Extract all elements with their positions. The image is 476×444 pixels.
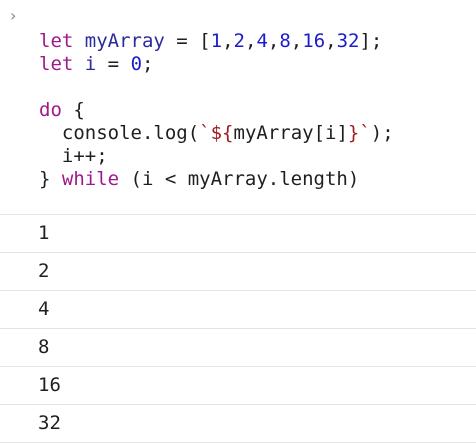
console-output-row: 8 bbox=[0, 329, 476, 367]
console-output-value: 1 bbox=[38, 222, 50, 244]
number-literal: 32 bbox=[336, 30, 360, 52]
console-output-value: 32 bbox=[38, 412, 61, 434]
console-output-value: 16 bbox=[38, 374, 61, 396]
operator: = [ bbox=[164, 30, 211, 52]
call-expression: console.log( bbox=[61, 122, 200, 144]
condition: (i < myArray.length) bbox=[119, 168, 360, 190]
keyword: do bbox=[39, 99, 62, 121]
keyword: let bbox=[39, 30, 74, 52]
punctuation: ; bbox=[142, 53, 154, 75]
console-output-value: 4 bbox=[38, 298, 50, 320]
number-literal: 0 bbox=[130, 53, 143, 75]
comma: , bbox=[325, 30, 337, 52]
statement: i++; bbox=[61, 145, 108, 167]
comma: , bbox=[267, 30, 280, 52]
code-line-2: let i = 0; bbox=[39, 53, 394, 76]
keyword: while bbox=[61, 168, 120, 190]
number-literal: 1 bbox=[210, 30, 223, 52]
code-block[interactable]: let myArray = [1,2,4,8,16,32]; let i = 0;… bbox=[39, 30, 394, 191]
punctuation: { bbox=[61, 99, 85, 121]
template-literal: `${ bbox=[199, 122, 234, 144]
keyword: let bbox=[39, 53, 74, 75]
console-output-row: 4 bbox=[0, 291, 476, 329]
code-line-1: let myArray = [1,2,4,8,16,32]; bbox=[39, 30, 394, 53]
chevron-right-icon: › bbox=[10, 6, 17, 25]
code-line-7: } while (i < myArray.length) bbox=[39, 168, 394, 191]
comma: , bbox=[290, 30, 303, 52]
console-output-row: 16 bbox=[0, 367, 476, 405]
code-line-5: console.log(`${myArray[i]}`); bbox=[39, 122, 394, 145]
template-literal: }` bbox=[347, 122, 371, 144]
console-input-entry[interactable]: › let myArray = [1,2,4,8,16,32]; let i = … bbox=[0, 0, 476, 215]
console-output-row: 2 bbox=[0, 253, 476, 291]
code-line-4: do { bbox=[39, 99, 394, 122]
number-literal: 4 bbox=[256, 30, 268, 52]
punctuation: ); bbox=[370, 122, 394, 144]
comma: , bbox=[244, 30, 257, 52]
comma: , bbox=[222, 30, 234, 52]
identifier: i bbox=[84, 53, 97, 75]
punctuation: } bbox=[39, 168, 62, 190]
console-panel: › let myArray = [1,2,4,8,16,32]; let i = … bbox=[0, 0, 476, 444]
code-line-6: i++; bbox=[39, 145, 394, 168]
operator: = bbox=[96, 53, 131, 75]
number-literal: 8 bbox=[279, 30, 291, 52]
template-expression: myArray[i] bbox=[233, 122, 348, 144]
console-output-row: 1 bbox=[0, 215, 476, 253]
identifier: myArray bbox=[84, 30, 165, 52]
punctuation: ]; bbox=[359, 30, 383, 52]
console-output-row: 32 bbox=[0, 405, 476, 443]
console-output-value: 2 bbox=[38, 260, 50, 282]
number-literal: 2 bbox=[233, 30, 245, 52]
console-output-value: 8 bbox=[38, 336, 50, 358]
number-literal: 16 bbox=[302, 30, 326, 52]
